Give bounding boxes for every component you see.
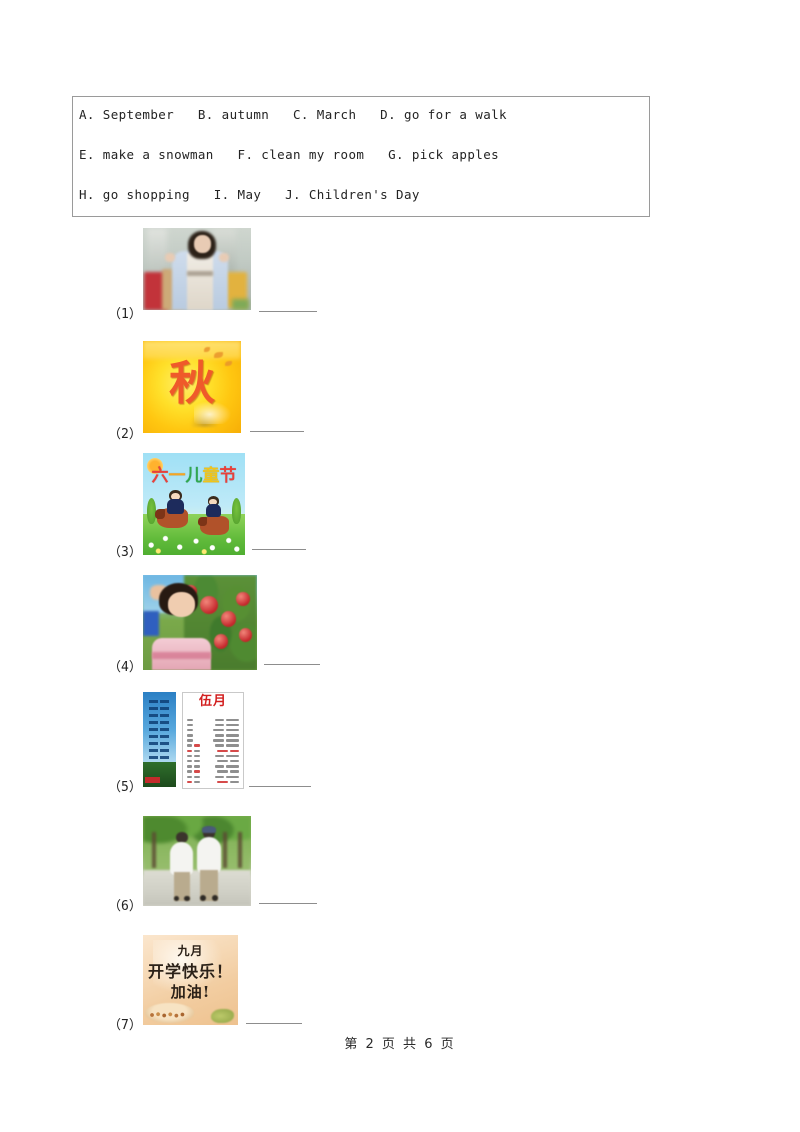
question-label-5: （5） <box>108 780 142 795</box>
question-image-3-childrens-day: 六一儿童节 <box>143 453 245 555</box>
answer-blank-6[interactable] <box>259 903 317 904</box>
question-image-6-walking <box>143 816 251 906</box>
options-line-1: A. September B. autumn C. March D. go fo… <box>79 107 507 122</box>
answer-blank-7[interactable] <box>246 1023 302 1024</box>
question-label-4: （4） <box>108 660 142 675</box>
options-box: A. September B. autumn C. March D. go fo… <box>72 96 650 217</box>
childrens-day-title: 六一儿童节 <box>151 466 237 487</box>
question-image-5-calendar-strip <box>143 692 176 787</box>
answer-blank-4[interactable] <box>264 664 320 665</box>
september-line-1: 九月 <box>177 943 204 958</box>
question-label-1: （1） <box>108 307 142 322</box>
question-label-7: （7） <box>108 1018 142 1033</box>
question-image-2-autumn: 秋 <box>143 341 241 433</box>
autumn-character: 秋 <box>169 356 215 411</box>
calendar-month-label: 伍月 <box>198 693 228 709</box>
question-image-4-pick-apples <box>143 575 257 670</box>
options-line-3: H. go shopping I. May J. Children's Day <box>79 187 420 202</box>
answer-blank-3[interactable] <box>252 549 306 550</box>
september-line-2: 开学快乐！ <box>147 961 233 981</box>
answer-blank-2[interactable] <box>250 431 304 432</box>
options-line-2: E. make a snowman F. clean my room G. pi… <box>79 147 500 162</box>
page-footer: 第 2 页 共 6 页 <box>344 1037 456 1052</box>
question-label-3: （3） <box>108 545 142 560</box>
september-line-3: 加油! <box>170 983 211 1002</box>
question-label-2: （2） <box>108 427 142 442</box>
answer-blank-5[interactable] <box>249 786 311 787</box>
question-label-6: （6） <box>108 899 142 914</box>
question-image-7-september: 九月 开学快乐！ 加油! <box>143 935 238 1025</box>
answer-blank-1[interactable] <box>259 311 317 312</box>
question-image-1-shopping <box>143 228 251 310</box>
question-image-5-calendar-page: 伍月 <box>182 692 244 789</box>
